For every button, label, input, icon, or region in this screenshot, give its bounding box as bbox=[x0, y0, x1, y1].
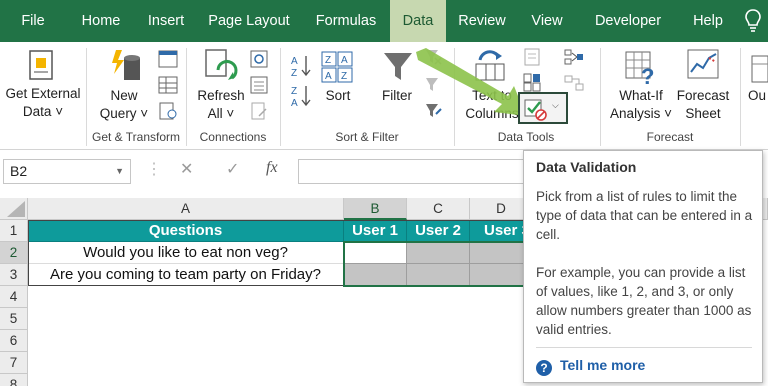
svg-text:A: A bbox=[291, 56, 298, 67]
cell-c2[interactable] bbox=[407, 242, 470, 264]
group-divider bbox=[280, 48, 281, 146]
tell-me-more-label: Tell me more bbox=[560, 357, 646, 373]
tab-home[interactable]: Home bbox=[66, 0, 136, 42]
cell-c1[interactable]: User 2 bbox=[407, 220, 470, 242]
group-label-connections: Connections bbox=[199, 130, 267, 144]
select-all-triangle-icon bbox=[7, 201, 25, 217]
svg-text:Z: Z bbox=[341, 71, 347, 82]
relationships-icon[interactable] bbox=[564, 74, 584, 92]
outline-button[interactable]: Ou bbox=[748, 87, 768, 105]
lightbulb-icon[interactable] bbox=[744, 8, 762, 34]
get-external-data-button[interactable]: Get External Data ˅ bbox=[3, 85, 83, 121]
tab-page-layout[interactable]: Page Layout bbox=[196, 0, 302, 42]
tell-me-more-link[interactable]: ? Tell me more bbox=[536, 357, 645, 376]
sort-a-to-z-icon[interactable]: A Z bbox=[291, 54, 313, 78]
cell-c3[interactable] bbox=[407, 264, 470, 286]
group-label-forecast: Forecast bbox=[646, 130, 694, 144]
name-box[interactable]: B2 ▼ bbox=[3, 159, 131, 184]
svg-text:Z: Z bbox=[291, 68, 297, 78]
row-header-8[interactable]: 8 bbox=[0, 374, 28, 386]
new-query-button[interactable]: New Query ˅ bbox=[94, 87, 154, 123]
data-validation-button[interactable]: ⌵ bbox=[518, 92, 568, 124]
enter-check-icon[interactable]: ✓ bbox=[226, 159, 239, 184]
cell-a3[interactable]: Are you coming to team party on Friday? bbox=[28, 264, 344, 286]
name-box-value: B2 bbox=[10, 163, 28, 179]
outline-icon[interactable] bbox=[750, 54, 768, 84]
column-header-c[interactable]: C bbox=[407, 198, 470, 220]
row-header-6[interactable]: 6 bbox=[0, 330, 28, 352]
data-validation-tooltip: Data Validation Pick from a list of rule… bbox=[523, 150, 763, 383]
column-header-a[interactable]: A bbox=[28, 198, 344, 220]
tab-data[interactable]: Data bbox=[390, 0, 446, 42]
group-divider bbox=[186, 48, 187, 146]
from-table-icon[interactable] bbox=[158, 76, 178, 94]
group-divider bbox=[740, 48, 741, 146]
row-header-1[interactable]: 1 bbox=[0, 220, 28, 242]
svg-text:A: A bbox=[325, 71, 332, 82]
tab-help[interactable]: Help bbox=[680, 0, 736, 42]
cell-b2[interactable] bbox=[344, 242, 407, 264]
show-queries-icon[interactable] bbox=[158, 50, 178, 68]
svg-text:?: ? bbox=[641, 64, 654, 86]
refresh-all-button[interactable]: Refresh All ˅ bbox=[192, 87, 250, 123]
tooltip-divider bbox=[536, 347, 752, 348]
cell-a1[interactable]: Questions bbox=[28, 220, 344, 242]
forecast-sheet-icon[interactable] bbox=[686, 48, 720, 82]
help-question-icon: ? bbox=[536, 360, 552, 376]
group-label-get-transform: Get & Transform bbox=[91, 130, 181, 144]
svg-text:A: A bbox=[291, 98, 298, 108]
group-divider bbox=[86, 48, 87, 146]
tab-file[interactable]: File bbox=[0, 0, 66, 42]
data-validation-icon bbox=[524, 99, 547, 121]
refresh-all-icon[interactable] bbox=[202, 48, 240, 86]
row-header-2[interactable]: 2 bbox=[0, 242, 28, 264]
insert-function-button[interactable]: fx bbox=[266, 159, 278, 184]
svg-text:A: A bbox=[341, 55, 348, 66]
what-if-analysis-icon[interactable]: ? bbox=[624, 48, 660, 86]
row-header-7[interactable]: 7 bbox=[0, 352, 28, 374]
ribbon: Get External Data ˅ New Query ˅ Get & Tr… bbox=[0, 42, 768, 150]
svg-text:Z: Z bbox=[325, 55, 331, 66]
forecast-sheet-button[interactable]: Forecast Sheet bbox=[672, 87, 734, 123]
pointer-arrow-icon bbox=[416, 48, 526, 116]
tab-formulas[interactable]: Formulas bbox=[302, 0, 390, 42]
cell-b3[interactable] bbox=[344, 264, 407, 286]
tab-developer[interactable]: Developer bbox=[576, 0, 680, 42]
formula-input[interactable] bbox=[298, 159, 528, 184]
column-header-b[interactable]: B bbox=[344, 198, 407, 220]
edit-links-icon[interactable] bbox=[250, 102, 268, 120]
tab-view[interactable]: View bbox=[518, 0, 576, 42]
sort-button[interactable]: Sort bbox=[318, 87, 358, 105]
sort-z-to-a-icon[interactable]: Z A bbox=[291, 84, 313, 108]
properties-icon[interactable] bbox=[250, 76, 268, 94]
cell-a2[interactable]: Would you like to eat non veg? bbox=[28, 242, 344, 264]
connections-icon[interactable] bbox=[250, 50, 268, 68]
tooltip-example: For example, you can provide a list of v… bbox=[536, 265, 752, 337]
row-header-4[interactable]: 4 bbox=[0, 286, 28, 308]
new-query-icon[interactable] bbox=[108, 48, 144, 86]
ribbon-tab-bar: File Home Insert Page Layout Formulas Da… bbox=[0, 0, 768, 42]
filter-funnel-icon[interactable] bbox=[382, 50, 414, 84]
cancel-icon[interactable]: ✕ bbox=[180, 159, 193, 184]
what-if-analysis-button[interactable]: What-If Analysis ˅ bbox=[606, 87, 676, 123]
row-header-5[interactable]: 5 bbox=[0, 308, 28, 330]
tooltip-description: Pick from a list of rules to limit the t… bbox=[536, 189, 753, 242]
svg-text:Z: Z bbox=[291, 86, 297, 97]
select-all-corner[interactable] bbox=[0, 198, 28, 220]
recent-sources-icon[interactable] bbox=[158, 102, 178, 120]
tab-insert[interactable]: Insert bbox=[136, 0, 196, 42]
get-external-data-icon[interactable] bbox=[24, 48, 58, 84]
group-divider bbox=[600, 48, 601, 146]
tab-review[interactable]: Review bbox=[446, 0, 518, 42]
tooltip-title: Data Validation bbox=[536, 159, 637, 175]
chevron-down-icon: ⌵ bbox=[552, 100, 559, 110]
cell-b1[interactable]: User 1 bbox=[344, 220, 407, 242]
consolidate-icon[interactable] bbox=[564, 48, 584, 66]
sort-dialog-icon[interactable]: Z A A Z bbox=[320, 50, 354, 84]
chevron-down-icon[interactable]: ▼ bbox=[115, 160, 124, 183]
group-label-sort-filter: Sort & Filter bbox=[335, 130, 399, 144]
more-options-icon[interactable]: ⋮ bbox=[146, 159, 162, 184]
group-label-data-tools: Data Tools bbox=[497, 130, 555, 144]
row-header-3[interactable]: 3 bbox=[0, 264, 28, 286]
